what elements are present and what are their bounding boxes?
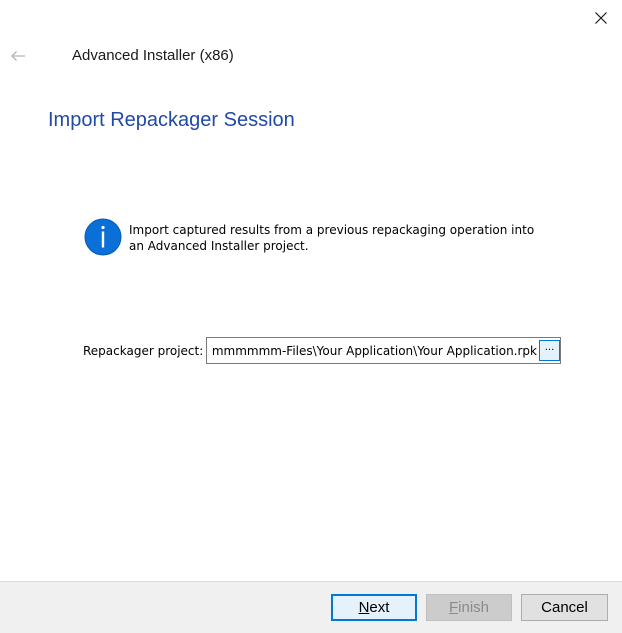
- finish-button[interactable]: Finish: [426, 594, 512, 621]
- back-button[interactable]: [8, 46, 28, 66]
- footer-bar: Next Finish Cancel: [0, 581, 622, 633]
- close-button[interactable]: [586, 4, 616, 32]
- repackager-project-label: Repackager project:: [83, 344, 204, 358]
- browse-button[interactable]: ...: [539, 340, 560, 361]
- window-title: Advanced Installer (x86): [72, 47, 234, 64]
- cancel-button[interactable]: Cancel: [521, 594, 608, 621]
- repackager-project-input[interactable]: [207, 338, 537, 363]
- info-description: Import captured results from a previous …: [129, 223, 535, 253]
- repackager-project-field: ...: [206, 337, 561, 364]
- close-icon: [595, 12, 607, 24]
- finish-button-label: inish: [458, 599, 490, 616]
- next-button[interactable]: Next: [331, 594, 417, 621]
- next-button-label: ext: [369, 599, 390, 616]
- page-title: Import Repackager Session: [48, 109, 295, 131]
- info-icon: [84, 218, 122, 256]
- next-button-mnemonic: N: [358, 599, 370, 616]
- finish-button-mnemonic: F: [448, 599, 459, 616]
- back-arrow-icon: [11, 51, 25, 61]
